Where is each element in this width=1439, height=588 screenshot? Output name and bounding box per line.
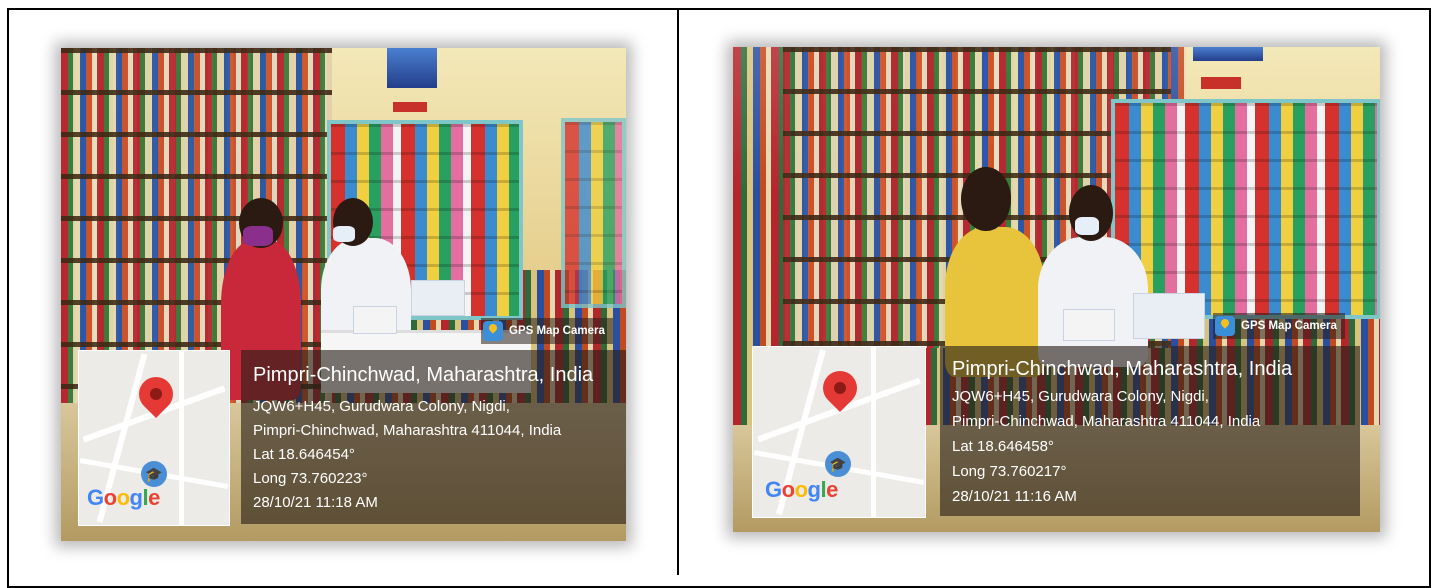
nurse-mask (333, 226, 355, 242)
photo-right: GPS Map Camera 🎓 Google Pimpri-Chinchwad… (733, 47, 1380, 532)
vaccine-box (411, 280, 465, 316)
geotag-info-panel: Pimpri-Chinchwad, Maharashtra, India JQW… (241, 350, 626, 524)
address-line-1: JQW6+H45, Gurudwara Colony, Nigdi, (253, 398, 510, 415)
google-logo: Google (87, 485, 160, 510)
carton (353, 306, 397, 334)
map-thumbnail: 🎓 Google (752, 346, 926, 518)
display-rack (1111, 99, 1380, 319)
gps-camera-icon (483, 321, 503, 341)
map-road (871, 347, 876, 517)
address-line-2: Pimpri-Chinchwad, Maharashtra 411044, In… (952, 413, 1261, 430)
wall-banner (1201, 77, 1241, 89)
vaccine-box (1133, 293, 1205, 339)
address-line-1: JQW6+H45, Gurudwara Colony, Nigdi, (952, 388, 1209, 405)
location-pin-center (834, 382, 846, 394)
place-name: Pimpri-Chinchwad, Maharashtra, India (253, 364, 594, 386)
student-mask (243, 226, 273, 246)
geotag-info-panel: Pimpri-Chinchwad, Maharashtra, India JQW… (940, 346, 1360, 516)
photo-left: GPS Map Camera 🎓 Google Pimpri-Chinchwad… (61, 48, 626, 541)
latitude: Lat 18.646458° (952, 438, 1054, 455)
longitude: Long 73.760217° (952, 463, 1067, 480)
gps-map-camera-badge: GPS Map Camera (481, 318, 613, 344)
location-pin-center (150, 388, 162, 400)
education-icon: 🎓 (141, 461, 167, 487)
nurse-mask (1075, 217, 1099, 235)
wall-banner (393, 102, 427, 112)
timestamp: 28/10/21 11:16 AM (952, 488, 1077, 505)
student-head (961, 167, 1011, 231)
wall-portrait (1193, 47, 1263, 61)
carton (1063, 309, 1115, 341)
timestamp: 28/10/21 11:18 AM (253, 494, 378, 511)
education-icon: 🎓 (825, 451, 851, 477)
longitude: Long 73.760223° (253, 470, 368, 487)
badge-label: GPS Map Camera (1241, 320, 1337, 332)
map-road (179, 351, 184, 525)
display-rack-far (561, 118, 626, 308)
gps-map-camera-badge: GPS Map Camera (1213, 313, 1345, 339)
wall-portrait (387, 48, 437, 88)
address-line-2: Pimpri-Chinchwad, Maharashtra 411044, In… (253, 422, 562, 439)
table-divider (677, 8, 679, 575)
map-thumbnail: 🎓 Google (78, 350, 230, 526)
google-logo: Google (765, 477, 838, 502)
gps-camera-icon (1215, 316, 1235, 336)
latitude: Lat 18.646454° (253, 446, 355, 463)
badge-label: GPS Map Camera (509, 325, 605, 337)
place-name: Pimpri-Chinchwad, Maharashtra, India (952, 358, 1293, 380)
